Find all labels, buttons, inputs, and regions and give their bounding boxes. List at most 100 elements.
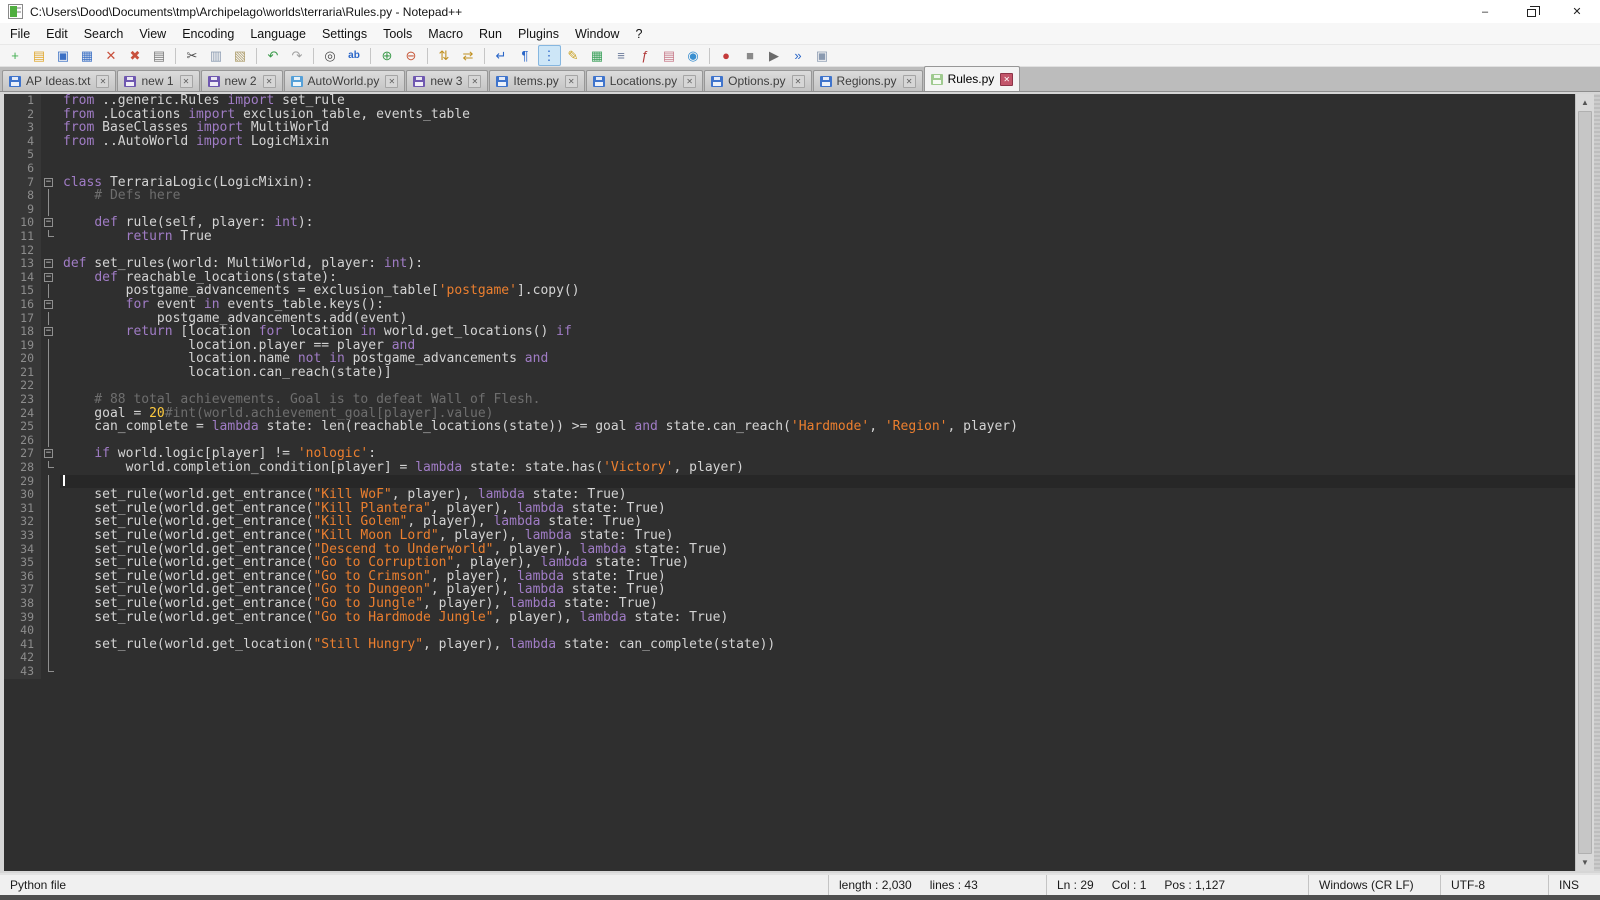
code-text[interactable]: from ..AutoWorld import LogicMixin [60,135,1575,149]
replace-icon[interactable]: ab [343,45,366,66]
code-text[interactable] [60,665,1575,679]
menu-item-run[interactable]: Run [471,23,510,44]
tab-close-icon[interactable]: ✕ [468,75,481,88]
code-text[interactable] [60,203,1575,217]
tab-close-icon[interactable]: ✕ [565,75,578,88]
sync-horizontal-scroll-icon[interactable]: ⇄ [457,45,480,66]
word-wrap-icon[interactable]: ↵ [490,45,513,66]
macro-play-icon[interactable]: ▶ [763,45,786,66]
code-text[interactable]: set_rule(world.get_entrance("Go to Crims… [60,570,1575,584]
code-text[interactable] [60,379,1575,393]
tab-close-icon[interactable]: ✕ [385,75,398,88]
tab-close-icon[interactable]: ✕ [1000,73,1013,86]
status-eol-format[interactable]: Windows (CR LF) [1308,875,1440,895]
code-text[interactable]: set_rule(world.get_location("Still Hungr… [60,638,1575,652]
fold-toggle-icon[interactable]: − [44,273,53,282]
fold-toggle-icon[interactable]: − [44,449,53,458]
scroll-down-icon[interactable]: ▼ [1576,854,1594,871]
code-text[interactable]: def set_rules(world: MultiWorld, player:… [60,257,1575,271]
code-text[interactable]: set_rule(world.get_entrance("Kill Golem"… [60,515,1575,529]
fold-toggle-icon[interactable]: − [44,178,53,187]
window-resize-edge[interactable] [1594,94,1600,871]
code-text[interactable] [60,651,1575,665]
print-icon[interactable]: ▤ [148,45,171,66]
menu-item-file[interactable]: File [2,23,38,44]
tab-autoworld-py[interactable]: AutoWorld.py✕ [284,70,406,91]
tab-close-icon[interactable]: ✕ [903,75,916,88]
status-insert-mode[interactable]: INS [1548,875,1600,895]
copy-icon[interactable]: ▥ [205,45,228,66]
tab-new-2[interactable]: new 2✕ [201,70,283,91]
tab-options-py[interactable]: Options.py✕ [704,70,811,91]
code-text[interactable]: set_rule(world.get_entrance("Kill WoF", … [60,488,1575,502]
status-encoding[interactable]: UTF-8 [1440,875,1548,895]
show-all-characters-icon[interactable]: ¶ [514,45,537,66]
code-text[interactable]: set_rule(world.get_entrance("Kill Plante… [60,502,1575,516]
code-text[interactable]: def reachable_locations(state): [60,271,1575,285]
tab-ap-ideas-txt[interactable]: AP Ideas.txt✕ [2,70,116,91]
minimize-button[interactable]: – [1462,0,1508,23]
find-icon[interactable]: ◎ [319,45,342,66]
show-indent-guide-icon[interactable]: ⋮ [538,45,561,66]
fold-toggle-icon[interactable]: − [44,300,53,309]
menu-item-search[interactable]: Search [76,23,132,44]
undo-icon[interactable]: ↶ [262,45,285,66]
save-all-icon[interactable]: ▦ [76,45,99,66]
macro-record-icon[interactable]: ● [715,45,738,66]
monitoring-icon[interactable]: ◉ [682,45,705,66]
tab-items-py[interactable]: Items.py✕ [489,70,584,91]
macro-save-icon[interactable]: ▣ [811,45,834,66]
code-text[interactable]: # Defs here [60,189,1575,203]
restore-button[interactable] [1508,0,1554,23]
fold-toggle-icon[interactable]: − [44,259,53,268]
menu-item-[interactable]: ? [627,23,650,44]
define-language-icon[interactable]: ✎ [562,45,585,66]
menu-item-tools[interactable]: Tools [375,23,420,44]
code-text[interactable]: class TerrariaLogic(LogicMixin): [60,176,1575,190]
menu-item-plugins[interactable]: Plugins [510,23,567,44]
code-text[interactable]: location.player == player and [60,339,1575,353]
close-all-icon[interactable]: ✖ [124,45,147,66]
zoom-out-icon[interactable]: ⊖ [400,45,423,66]
code-text[interactable]: set_rule(world.get_entrance("Go to Corru… [60,556,1575,570]
code-text[interactable]: for event in events_table.keys(): [60,298,1575,312]
paste-icon[interactable]: ▧ [229,45,252,66]
tab-rules-py[interactable]: Rules.py✕ [924,66,1021,91]
tab-new-1[interactable]: new 1✕ [117,70,199,91]
tab-close-icon[interactable]: ✕ [792,75,805,88]
code-text[interactable]: from ..generic.Rules import set_rule [60,94,1575,108]
code-text[interactable]: set_rule(world.get_entrance("Go to Hardm… [60,611,1575,625]
scrollbar-thumb[interactable] [1578,111,1592,854]
code-text[interactable]: def rule(self, player: int): [60,216,1575,230]
close-file-icon[interactable]: ✕ [100,45,123,66]
code-text[interactable]: # 88 total achievements. Goal is to defe… [60,393,1575,407]
code-text[interactable] [60,244,1575,258]
code-text[interactable] [60,148,1575,162]
code-text[interactable]: world.completion_condition[player] = lam… [60,461,1575,475]
menu-item-encoding[interactable]: Encoding [174,23,242,44]
code-text[interactable]: postgame_advancements = exclusion_table[… [60,284,1575,298]
tab-close-icon[interactable]: ✕ [180,75,193,88]
document-list-icon[interactable]: ≡ [610,45,633,66]
fold-toggle-icon[interactable]: − [44,218,53,227]
menu-item-window[interactable]: Window [567,23,627,44]
menu-item-macro[interactable]: Macro [420,23,471,44]
folder-as-workspace-icon[interactable]: ▤ [658,45,681,66]
save-icon[interactable]: ▣ [52,45,75,66]
code-text[interactable]: goal = 20#int(world.achievement_goal[pla… [60,407,1575,421]
code-text[interactable] [60,162,1575,176]
tab-locations-py[interactable]: Locations.py✕ [586,70,703,91]
scroll-up-icon[interactable]: ▲ [1576,94,1594,111]
tab-close-icon[interactable]: ✕ [96,75,109,88]
code-text[interactable]: set_rule(world.get_entrance("Descend to … [60,543,1575,557]
code-text[interactable]: from BaseClasses import MultiWorld [60,121,1575,135]
fold-toggle-icon[interactable]: − [44,327,53,336]
code-text[interactable]: set_rule(world.get_entrance("Go to Dunge… [60,583,1575,597]
code-text[interactable]: can_complete = lambda state: len(reachab… [60,420,1575,434]
code-text[interactable]: return True [60,230,1575,244]
code-text[interactable] [60,624,1575,638]
document-map-icon[interactable]: ▦ [586,45,609,66]
code-text[interactable] [60,475,1575,489]
new-file-icon[interactable]: + [4,45,27,66]
tab-close-icon[interactable]: ✕ [263,75,276,88]
